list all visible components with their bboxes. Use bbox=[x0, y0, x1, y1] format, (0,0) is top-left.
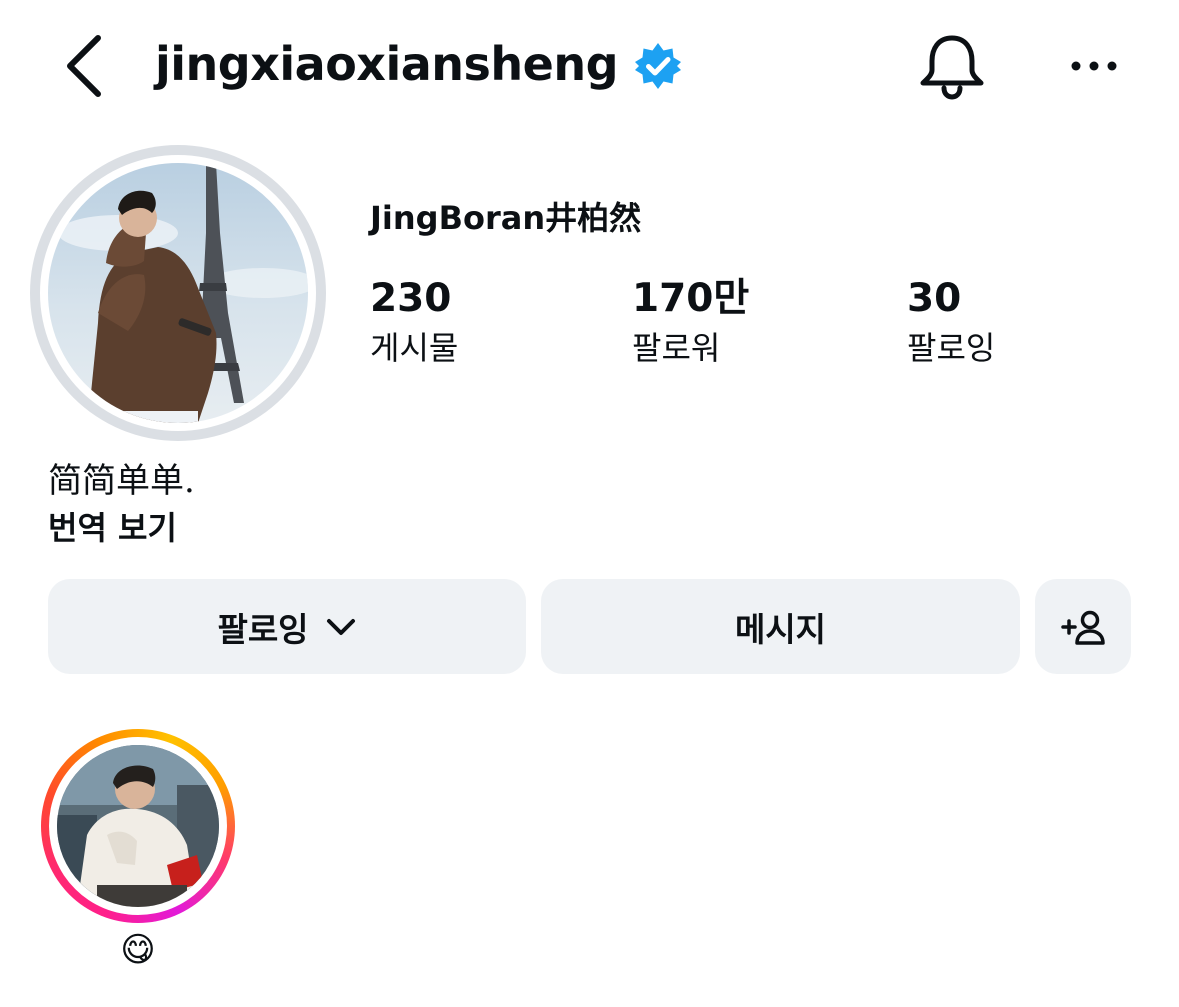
notifications-button[interactable] bbox=[916, 30, 988, 102]
highlight-cover-photo bbox=[57, 745, 219, 907]
following-button-label: 팔로잉 bbox=[217, 609, 309, 649]
profile-header: jingxiaoxiansheng bbox=[0, 0, 1179, 130]
more-horizontal-icon bbox=[1071, 61, 1117, 71]
followers-stat[interactable]: 170만 팔로워 bbox=[632, 274, 749, 370]
back-button[interactable] bbox=[58, 30, 112, 100]
profile-bio: 简简单单. bbox=[48, 461, 195, 501]
following-stat[interactable]: 30 팔로잉 bbox=[907, 274, 995, 370]
posts-label: 게시물 bbox=[370, 329, 459, 367]
following-label: 팔로잉 bbox=[907, 329, 996, 367]
profile-username: jingxiaoxiansheng bbox=[155, 37, 619, 91]
suggested-people-button[interactable] bbox=[1035, 579, 1131, 674]
profile-avatar[interactable] bbox=[30, 145, 326, 441]
message-button[interactable]: 메시지 bbox=[541, 579, 1020, 674]
posts-count: 230 bbox=[370, 276, 452, 321]
profile-full-name: JingBoran井柏然 bbox=[370, 199, 642, 237]
followers-label: 팔로워 bbox=[632, 329, 721, 367]
following-dropdown-button[interactable]: 팔로잉 bbox=[48, 579, 526, 674]
following-count: 30 bbox=[907, 276, 962, 321]
translate-link[interactable]: 번역 보기 bbox=[48, 506, 177, 550]
avatar-photo bbox=[48, 163, 308, 423]
posts-stat[interactable]: 230 게시물 bbox=[370, 274, 458, 370]
profile-page: jingxiaoxiansheng JingBoran井柏然 230 게시물 1… bbox=[0, 0, 1179, 1007]
highlight-label: 😋 bbox=[120, 930, 156, 970]
add-person-icon bbox=[1061, 610, 1105, 645]
chevron-left-icon bbox=[67, 35, 101, 97]
story-highlight[interactable] bbox=[41, 729, 235, 923]
chevron-down-icon bbox=[326, 618, 355, 635]
bell-icon bbox=[920, 35, 984, 100]
verified-badge-icon bbox=[633, 41, 683, 91]
message-button-label: 메시지 bbox=[734, 609, 827, 649]
followers-count: 170만 bbox=[632, 276, 750, 321]
more-options-button[interactable] bbox=[1066, 46, 1122, 86]
